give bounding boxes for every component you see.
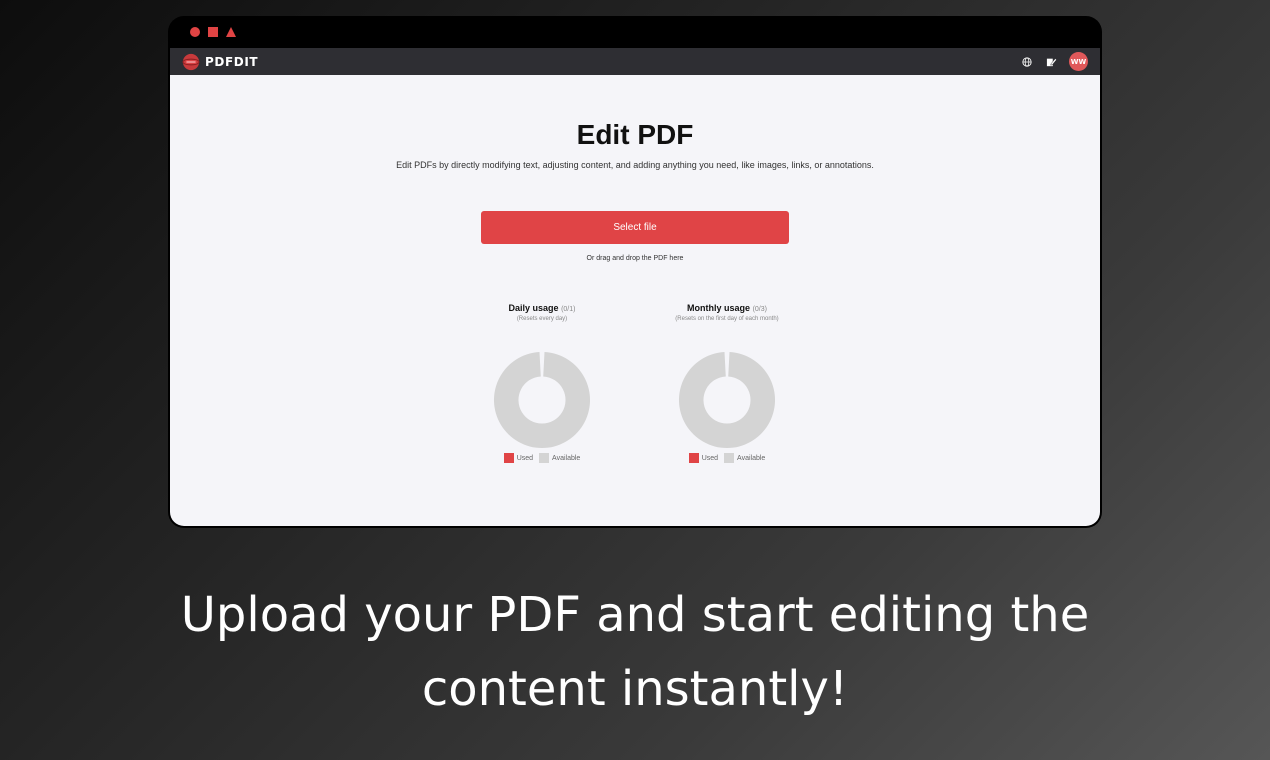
used-swatch xyxy=(688,453,699,463)
monthly-usage-donut xyxy=(678,352,776,449)
triangle-icon xyxy=(226,27,236,37)
monthly-usage-count: (0/3) xyxy=(752,306,767,313)
avatar[interactable]: WW xyxy=(1069,52,1088,71)
legend-used-label: Used xyxy=(516,454,534,462)
browser-window: PDFDIT WW Edit PDF Edit PDFs by directly… xyxy=(168,16,1102,528)
legend-used-label: Used xyxy=(701,454,719,462)
used-swatch xyxy=(503,453,514,463)
available-swatch xyxy=(724,453,735,463)
legend-used: Used xyxy=(688,453,719,463)
logo-text: PDFDIT xyxy=(205,54,259,69)
legend-available: Available xyxy=(724,453,765,463)
monthly-usage-subtitle: (Resets on the first day of each month) xyxy=(675,316,779,322)
square-icon xyxy=(208,27,218,37)
promo-caption: Upload your PDF and start editing the co… xyxy=(0,578,1270,726)
daily-usage-subtitle: (Resets every day) xyxy=(516,316,568,322)
navbar: PDFDIT WW xyxy=(170,48,1100,75)
legend-used: Used xyxy=(503,453,534,463)
daily-usage: Daily usage (0/1) (Resets every day) Use… xyxy=(442,303,642,463)
monthly-usage-title: Monthly usage (0/3) xyxy=(627,303,827,313)
caption-line-1: Upload your PDF and start editing the xyxy=(180,587,1090,643)
logo-icon xyxy=(182,53,200,70)
globe-icon[interactable] xyxy=(1021,56,1033,68)
main-content: Edit PDF Edit PDFs by directly modifying… xyxy=(170,75,1100,526)
legend-available-label: Available xyxy=(737,454,766,462)
available-slice xyxy=(678,352,776,449)
daily-donut-arcs xyxy=(493,352,591,449)
monthly-usage-label: Monthly usage xyxy=(687,303,751,313)
page-title: Edit PDF xyxy=(576,119,694,150)
select-file-button[interactable]: Select file xyxy=(481,211,789,244)
legend-available-label: Available xyxy=(552,454,581,462)
window-controls xyxy=(190,27,236,37)
daily-usage-legend: Used Available xyxy=(442,453,642,463)
available-slice xyxy=(493,352,591,449)
daily-usage-count: (0/1) xyxy=(561,306,576,313)
monthly-usage-legend: Used Available xyxy=(627,453,827,463)
logo[interactable]: PDFDIT xyxy=(182,53,258,71)
app-viewport: PDFDIT WW Edit PDF Edit PDFs by directly… xyxy=(170,48,1100,526)
monthly-usage: Monthly usage (0/3) (Resets on the first… xyxy=(627,303,827,463)
caption-line-2: content instantly! xyxy=(421,661,849,717)
circle-icon xyxy=(190,27,200,37)
monthly-donut-arcs xyxy=(678,352,776,449)
edit-icon[interactable] xyxy=(1045,56,1057,68)
nav-actions: WW xyxy=(1021,52,1088,71)
page-description: Edit PDFs by directly modifying text, ad… xyxy=(396,160,874,170)
daily-usage-label: Daily usage xyxy=(508,303,559,313)
legend-available: Available xyxy=(539,453,580,463)
daily-usage-title: Daily usage (0/1) xyxy=(442,303,642,313)
drag-drop-hint: Or drag and drop the PDF here xyxy=(586,255,684,262)
daily-usage-donut xyxy=(493,352,591,449)
available-swatch xyxy=(539,453,550,463)
